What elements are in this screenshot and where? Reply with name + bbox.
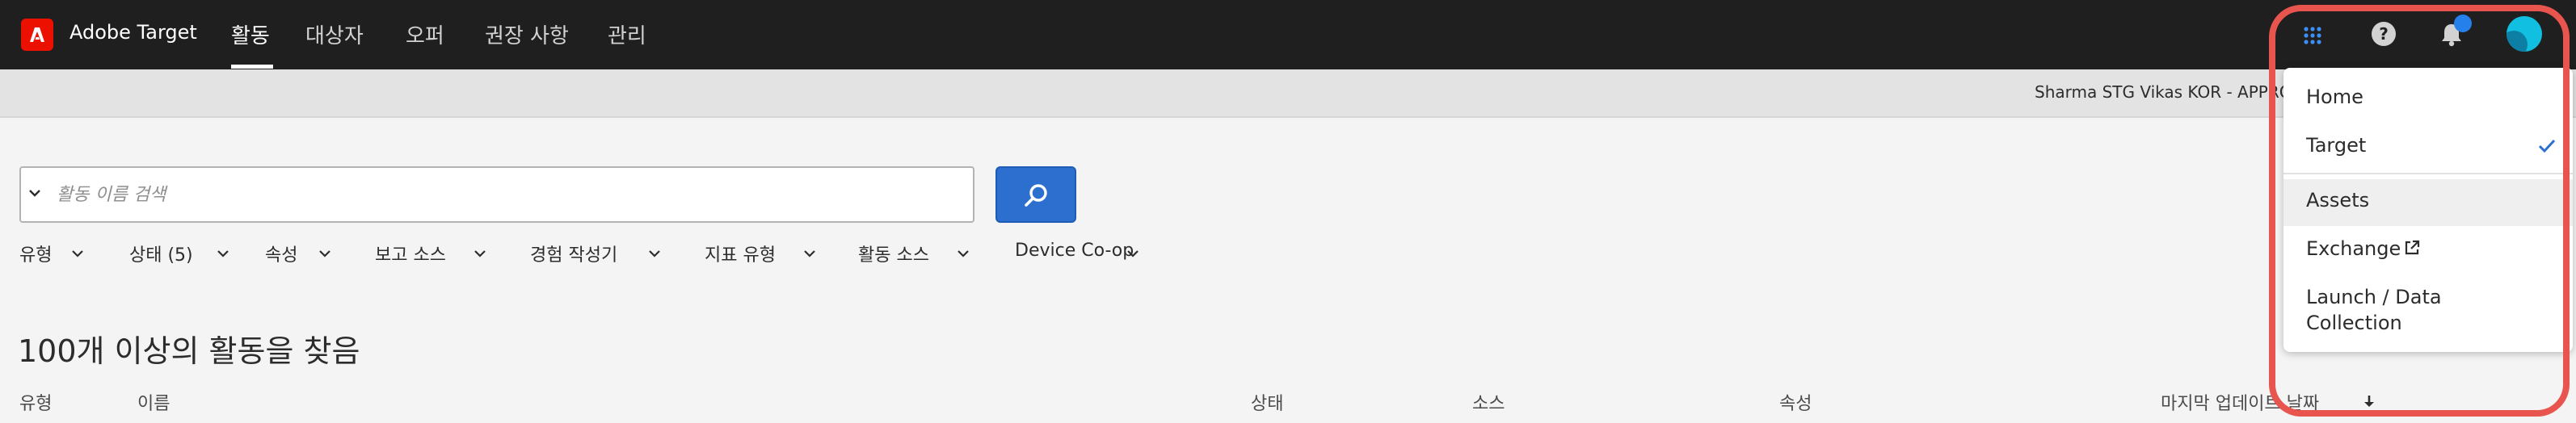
menu-item-home[interactable]: Home bbox=[2306, 86, 2363, 108]
notification-badge bbox=[2454, 15, 2472, 32]
filter-status[interactable]: 상태 (5) bbox=[129, 241, 193, 266]
column-header-property[interactable]: 속성 bbox=[1779, 389, 1812, 415]
results-count-heading: 100개 이상의 활동을 찾음 bbox=[18, 333, 360, 369]
filter-type[interactable]: 유형 bbox=[19, 241, 52, 266]
active-tab-indicator bbox=[231, 65, 273, 69]
menu-item-exchange[interactable]: Exchange bbox=[2306, 237, 2401, 260]
column-header-last-updated[interactable]: 마지막 업데이트 날짜 bbox=[2161, 389, 2319, 415]
workspace-selector[interactable]: Sharma STG Vikas KOR - APPRO bbox=[2035, 82, 2292, 102]
tab-offers[interactable]: 오퍼 bbox=[406, 19, 444, 49]
tab-activities[interactable]: 활동 bbox=[231, 19, 270, 49]
filter-property[interactable]: 속성 bbox=[265, 241, 297, 266]
app-name[interactable]: Adobe Target bbox=[69, 21, 197, 44]
checkmark-icon bbox=[2538, 139, 2556, 153]
filter-metric-type[interactable]: 지표 유형 bbox=[705, 241, 776, 266]
chevron-down-icon[interactable] bbox=[318, 249, 331, 258]
help-icon[interactable]: ? bbox=[2368, 18, 2400, 50]
tab-recommendations[interactable]: 권장 사항 bbox=[485, 19, 569, 49]
chevron-down-icon[interactable] bbox=[1126, 249, 1139, 258]
filter-activity-source[interactable]: 활동 소스 bbox=[858, 241, 929, 266]
chevron-down-icon[interactable] bbox=[474, 249, 486, 258]
search-input[interactable] bbox=[57, 178, 962, 212]
external-link-icon bbox=[2405, 240, 2420, 255]
tab-audiences[interactable]: 대상자 bbox=[305, 19, 364, 49]
menu-item-launch-data-collection[interactable]: Launch / Data Collection bbox=[2306, 284, 2468, 336]
chevron-down-icon[interactable] bbox=[27, 187, 42, 199]
sort-descending-icon[interactable] bbox=[2363, 394, 2376, 408]
adobe-logo-icon[interactable] bbox=[21, 19, 53, 51]
chevron-down-icon[interactable] bbox=[648, 249, 661, 258]
user-avatar[interactable] bbox=[2507, 16, 2542, 52]
menu-item-target[interactable]: Target bbox=[2306, 134, 2366, 157]
search-button[interactable] bbox=[995, 166, 1076, 223]
filter-experience-composer[interactable]: 경험 작성기 bbox=[530, 241, 617, 266]
menu-divider bbox=[2283, 173, 2573, 174]
svg-text:?: ? bbox=[2379, 24, 2389, 44]
filter-reporting-source[interactable]: 보고 소스 bbox=[375, 241, 446, 266]
column-header-source[interactable]: 소스 bbox=[1472, 389, 1505, 415]
search-icon bbox=[1025, 184, 1047, 207]
chevron-down-icon[interactable] bbox=[71, 249, 84, 258]
filter-device-coop[interactable]: Device Co-op bbox=[1015, 241, 1134, 261]
tab-administration[interactable]: 관리 bbox=[608, 19, 646, 49]
app-switcher-icon[interactable] bbox=[2296, 18, 2329, 50]
chevron-down-icon[interactable] bbox=[957, 249, 970, 258]
chevron-down-icon[interactable] bbox=[803, 249, 816, 258]
column-header-name[interactable]: 이름 bbox=[137, 389, 170, 415]
column-header-status[interactable]: 상태 bbox=[1251, 389, 1283, 415]
column-header-type[interactable]: 유형 bbox=[19, 389, 52, 415]
chevron-down-icon[interactable] bbox=[217, 249, 229, 258]
top-nav-bar bbox=[0, 0, 2576, 69]
menu-item-assets[interactable]: Assets bbox=[2306, 189, 2369, 212]
